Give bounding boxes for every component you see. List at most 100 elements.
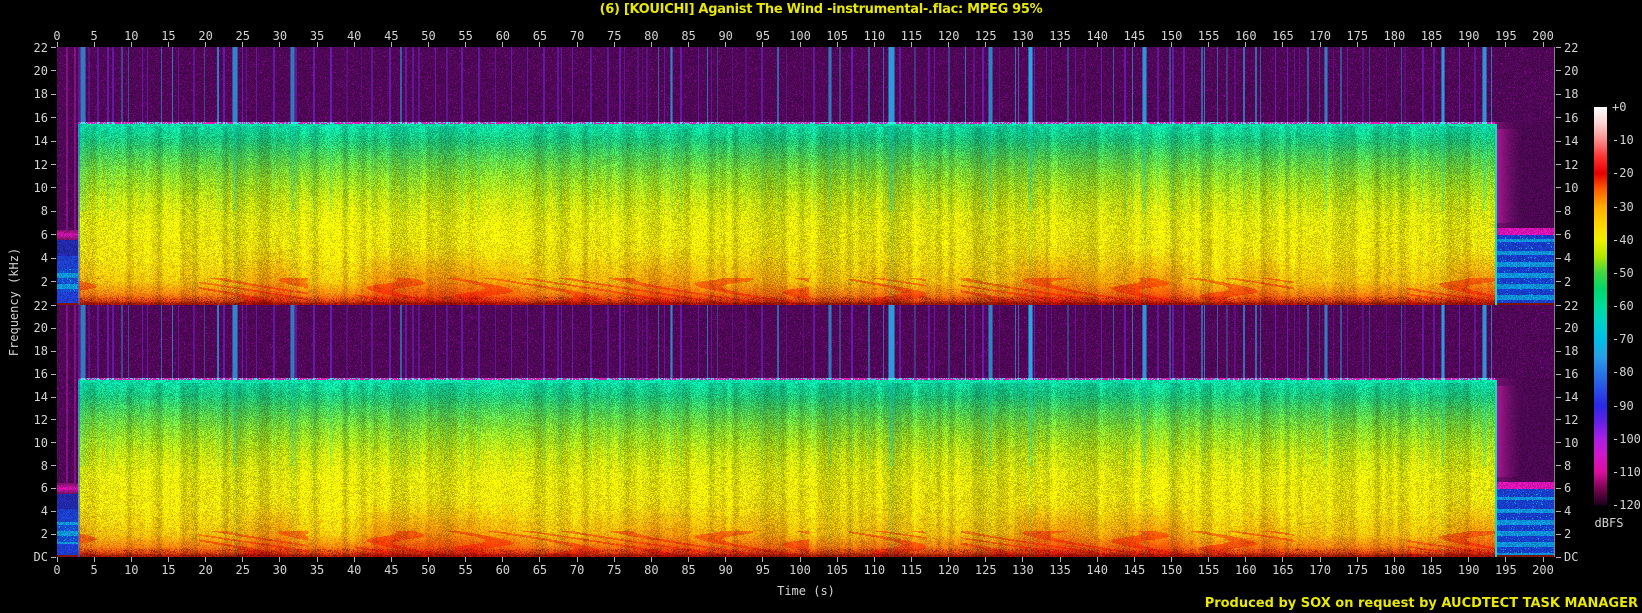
freq-tick-label-right: 22 <box>1564 42 1604 54</box>
spectrogram-canvas-channel-1 <box>57 47 1555 305</box>
freq-tick-mark-left <box>51 234 56 235</box>
time-tick-label-top: 5 <box>79 30 109 42</box>
freq-tick-label-left: 6 <box>0 482 48 494</box>
time-tick-mark-bottom <box>1022 557 1023 562</box>
time-tick-label-bottom: 65 <box>525 564 555 576</box>
freq-tick-label-right: 14 <box>1564 391 1604 403</box>
time-tick-label-top: 85 <box>674 30 704 42</box>
time-tick-mark-bottom <box>1245 557 1246 562</box>
freq-tick-mark-right <box>1556 442 1561 443</box>
freq-tick-label-left: DC <box>0 551 48 563</box>
legend-tick-label: -20 <box>1612 167 1642 179</box>
freq-tick-label-right: 20 <box>1564 65 1604 77</box>
time-tick-label-top: 35 <box>302 30 332 42</box>
freq-tick-label-left: 8 <box>0 205 48 217</box>
time-tick-label-bottom: 10 <box>116 564 146 576</box>
legend-tick-label: -100 <box>1612 433 1642 445</box>
freq-tick-label-left: 14 <box>0 391 48 403</box>
time-tick-label-bottom: 155 <box>1194 564 1224 576</box>
time-tick-label-bottom: 165 <box>1268 564 1298 576</box>
time-tick-label-top: 125 <box>971 30 1001 42</box>
time-tick-mark-bottom <box>948 557 949 562</box>
freq-tick-mark-right <box>1556 281 1561 282</box>
legend-tick-label: -90 <box>1612 400 1642 412</box>
freq-tick-mark-right <box>1556 211 1561 212</box>
time-tick-mark-bottom <box>279 557 280 562</box>
time-tick-label-top: 175 <box>1342 30 1372 42</box>
time-tick-mark-bottom <box>874 557 875 562</box>
legend-tick-label: -70 <box>1612 333 1642 345</box>
legend-tick-label: -30 <box>1612 201 1642 213</box>
time-tick-label-top: 25 <box>228 30 258 42</box>
freq-tick-mark-right <box>1556 164 1561 165</box>
legend-tick-label: -120 <box>1612 499 1642 511</box>
time-tick-mark-bottom <box>1320 557 1321 562</box>
time-tick-label-top: 195 <box>1491 30 1521 42</box>
freq-tick-label-left: 6 <box>0 229 48 241</box>
freq-tick-mark-right <box>1556 351 1561 352</box>
freq-tick-mark-left <box>51 70 56 71</box>
time-tick-mark-bottom <box>539 557 540 562</box>
freq-tick-label-left: 4 <box>0 505 48 517</box>
freq-tick-mark-right <box>1556 70 1561 71</box>
time-tick-label-top: 165 <box>1268 30 1298 42</box>
time-tick-mark-bottom <box>911 557 912 562</box>
time-tick-label-top: 100 <box>785 30 815 42</box>
freq-tick-mark-left <box>51 258 56 259</box>
freq-tick-label-left: 16 <box>0 368 48 380</box>
freq-tick-mark-right <box>1556 328 1561 329</box>
time-tick-label-bottom: 45 <box>376 564 406 576</box>
freq-tick-mark-right <box>1556 511 1561 512</box>
time-tick-label-top: 150 <box>1157 30 1187 42</box>
time-tick-label-bottom: 85 <box>674 564 704 576</box>
time-tick-mark-bottom <box>762 557 763 562</box>
time-tick-label-top: 180 <box>1379 30 1409 42</box>
freq-tick-label-right: 12 <box>1564 159 1604 171</box>
time-tick-label-bottom: 125 <box>971 564 1001 576</box>
time-tick-label-bottom: 110 <box>859 564 889 576</box>
time-tick-label-top: 50 <box>414 30 444 42</box>
time-tick-label-top: 80 <box>636 30 666 42</box>
legend-tick-label: -40 <box>1612 234 1642 246</box>
freq-tick-mark-left <box>51 351 56 352</box>
time-tick-label-top: 140 <box>1082 30 1112 42</box>
time-tick-label-bottom: 100 <box>785 564 815 576</box>
freq-tick-mark-right <box>1556 374 1561 375</box>
time-tick-label-bottom: 0 <box>42 564 72 576</box>
time-tick-label-bottom: 185 <box>1417 564 1447 576</box>
freq-tick-label-left: 20 <box>0 322 48 334</box>
freq-tick-mark-right <box>1556 419 1561 420</box>
time-tick-label-bottom: 40 <box>339 564 369 576</box>
freq-tick-mark-left <box>51 419 56 420</box>
freq-tick-mark-left <box>51 328 56 329</box>
freq-tick-label-left: 16 <box>0 112 48 124</box>
freq-tick-mark-right <box>1556 94 1561 95</box>
time-tick-mark-bottom <box>94 557 95 562</box>
freq-tick-label-left: 8 <box>0 460 48 472</box>
freq-tick-label-right: 8 <box>1564 460 1604 472</box>
time-tick-label-bottom: 135 <box>1045 564 1075 576</box>
time-tick-label-top: 170 <box>1305 30 1335 42</box>
time-tick-mark-bottom <box>725 557 726 562</box>
time-tick-label-bottom: 170 <box>1305 564 1335 576</box>
time-tick-label-bottom: 145 <box>1119 564 1149 576</box>
time-tick-mark-bottom <box>614 557 615 562</box>
time-tick-label-bottom: 70 <box>562 564 592 576</box>
time-tick-mark-bottom <box>391 557 392 562</box>
time-tick-label-bottom: 95 <box>748 564 778 576</box>
time-tick-mark-bottom <box>688 557 689 562</box>
time-tick-label-bottom: 195 <box>1491 564 1521 576</box>
time-tick-label-bottom: 50 <box>414 564 444 576</box>
legend-tick-label: +0 <box>1612 101 1642 113</box>
freq-tick-label-left: 2 <box>0 528 48 540</box>
time-tick-mark-bottom <box>242 557 243 562</box>
time-tick-label-bottom: 75 <box>599 564 629 576</box>
freq-tick-label-right: 16 <box>1564 368 1604 380</box>
legend-tick-label: -110 <box>1612 466 1642 478</box>
freq-tick-label-right: 22 <box>1564 300 1604 312</box>
time-tick-mark-bottom <box>317 557 318 562</box>
freq-tick-mark-left <box>51 117 56 118</box>
freq-tick-label-right: 18 <box>1564 345 1604 357</box>
time-tick-mark-bottom <box>1208 557 1209 562</box>
time-tick-mark-bottom <box>168 557 169 562</box>
